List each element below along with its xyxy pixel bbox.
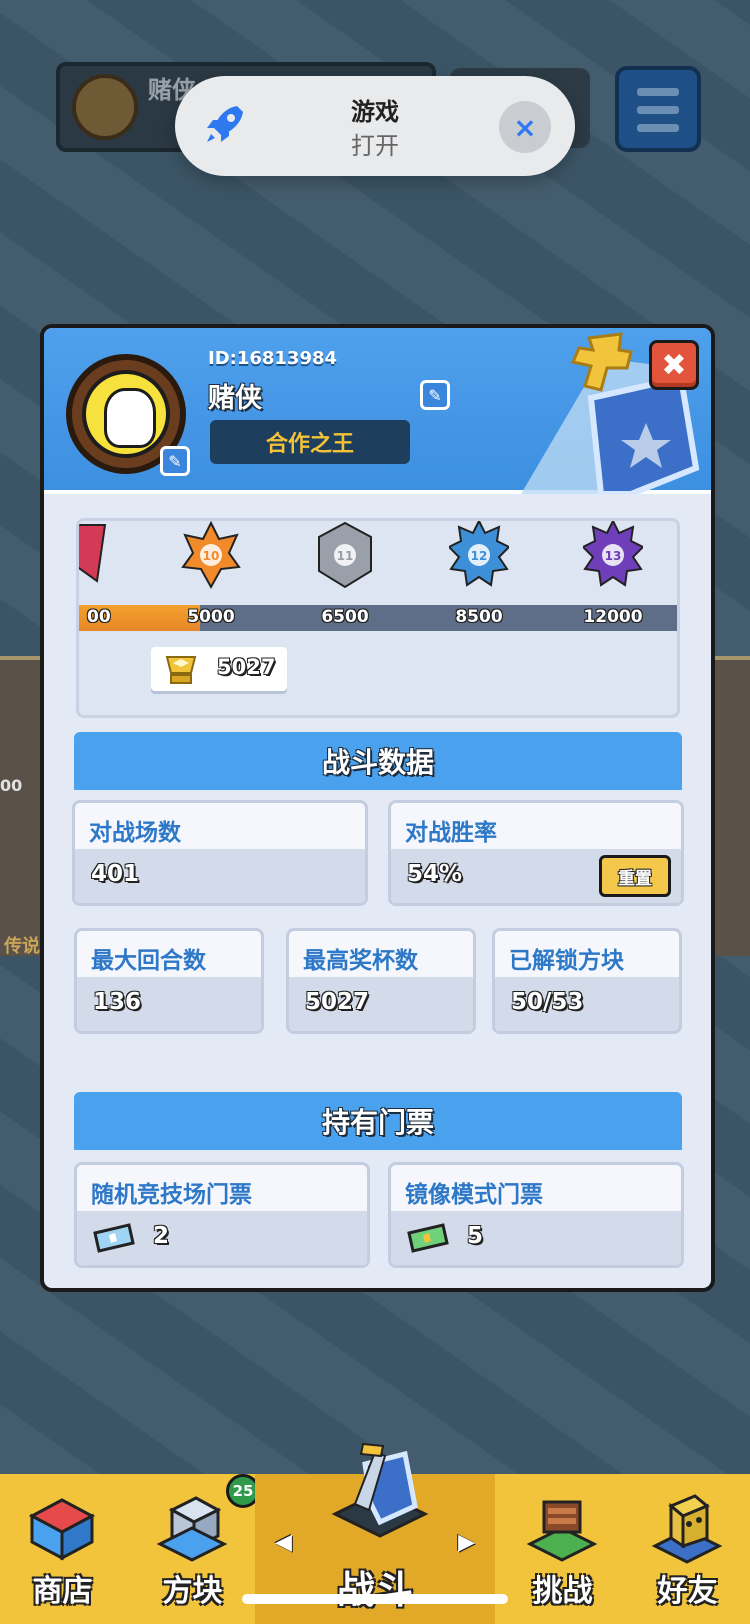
stat-winrate-value: 54% <box>407 861 463 887</box>
trophy-count: 5027 <box>217 655 276 679</box>
rank-badge-icon: 13 <box>583 521 643 587</box>
ticket-mirror-mode-value: 5 <box>467 1223 484 1249</box>
stat-unlocked-value: 50/53 <box>511 989 584 1015</box>
ticket-mirror-mode-label: 镜像模式门票 <box>405 1182 543 1208</box>
rank-badge-icon: 10 <box>181 521 241 590</box>
player-name: 赌侠 <box>208 383 262 414</box>
rank-badge-level: 11 <box>337 549 354 563</box>
open-app-notification[interactable]: 游戏 打开 × <box>175 76 575 176</box>
reset-button[interactable]: 重置 <box>599 855 671 897</box>
nav-battle-label: 战斗 <box>336 1568 413 1612</box>
nav-next-arrow[interactable]: ▶ <box>458 1530 475 1555</box>
stat-winrate: 对战胜率 54% 重置 <box>388 800 684 906</box>
tickets-header: 持有门票 <box>74 1092 682 1150</box>
nav-blocks[interactable]: 25 方块 <box>130 1474 260 1624</box>
battle-icon <box>331 1442 429 1538</box>
rank-tick-label: 6500 <box>321 607 369 627</box>
rank-badge-icon: 11 <box>318 521 372 589</box>
stat-max-rounds: 最大回合数 136 <box>74 928 264 1034</box>
home-indicator[interactable] <box>242 1594 508 1604</box>
ticket-blue-icon <box>93 1223 135 1253</box>
rank-tick-label: 8500 <box>455 607 503 627</box>
ticket-green-icon <box>407 1223 449 1253</box>
battle-stats-header: 战斗数据 <box>74 732 682 790</box>
rank-tick-label: 00 <box>87 607 111 627</box>
bg-left-card-value: 00 <box>0 776 23 795</box>
nav-friends[interactable]: 好友 <box>625 1474 750 1624</box>
stat-max-trophies-label: 最高奖杯数 <box>303 948 418 974</box>
friends-icon <box>651 1494 723 1564</box>
stat-max-rounds-label: 最大回合数 <box>91 948 206 974</box>
rank-badge-level: 10 <box>203 549 220 563</box>
nav-friends-label: 好友 <box>657 1574 718 1609</box>
nav-prev-arrow[interactable]: ◀ <box>275 1530 292 1555</box>
rank-progress-panel: 10 11 12 13 00 5000 6500 8500 12000 5027 <box>76 518 680 718</box>
shop-icon <box>28 1498 96 1561</box>
close-modal-button[interactable]: ✖ <box>649 340 699 390</box>
bg-left-card-label: 传说 <box>4 936 40 957</box>
stat-max-trophies: 最高奖杯数 5027 <box>286 928 476 1034</box>
stat-unlocked-label: 已解锁方块 <box>509 948 624 974</box>
rank-badge-icon: 12 <box>449 521 509 587</box>
nav-challenge[interactable]: 挑战 <box>500 1474 625 1624</box>
menu-button[interactable] <box>615 66 701 152</box>
rank-badge-level: 12 <box>471 549 488 563</box>
player-id: ID:16813984 <box>208 348 338 369</box>
stat-max-rounds-value: 136 <box>93 989 142 1015</box>
stat-max-trophies-value: 5027 <box>305 989 370 1015</box>
stat-matches-label: 对战场数 <box>89 820 181 846</box>
ticket-random-arena-label: 随机竞技场门票 <box>91 1182 252 1208</box>
edit-avatar-icon[interactable]: ✎ <box>160 446 190 476</box>
challenge-icon <box>526 1500 598 1562</box>
rank-badge-icon <box>79 524 107 583</box>
nav-blocks-label: 方块 <box>162 1574 223 1609</box>
notification-close-button[interactable]: × <box>499 101 551 153</box>
stat-matches: 对战场数 401 <box>72 800 368 906</box>
nav-shop-label: 商店 <box>32 1574 93 1609</box>
ticket-random-arena-value: 2 <box>153 1223 170 1249</box>
rank-badge-level: 13 <box>605 549 622 563</box>
rank-tick-label: 12000 <box>583 607 643 627</box>
edit-name-icon[interactable]: ✎ <box>420 380 450 410</box>
stat-winrate-label: 对战胜率 <box>405 820 497 846</box>
bg-right-card <box>710 656 750 956</box>
blocks-icon <box>156 1496 228 1562</box>
ticket-mirror-mode: 镜像模式门票 5 <box>388 1162 684 1268</box>
player-title-badge[interactable]: 合作之王 <box>210 420 410 464</box>
ticket-random-arena: 随机竞技场门票 2 <box>74 1162 370 1268</box>
bg-avatar <box>72 74 138 140</box>
trophy-icon <box>165 656 197 684</box>
nav-shop[interactable]: 商店 <box>0 1474 125 1624</box>
current-trophies: 5027 <box>151 647 287 691</box>
nav-challenge-label: 挑战 <box>532 1574 593 1609</box>
stat-matches-value: 401 <box>91 861 140 887</box>
profile-header: ✎ ID:16813984 赌侠 ✎ 合作之王 ✖ <box>44 328 711 494</box>
rank-tick-label: 5000 <box>187 607 235 627</box>
stat-unlocked-blocks: 已解锁方块 50/53 <box>492 928 682 1034</box>
profile-modal: ✎ ID:16813984 赌侠 ✎ 合作之王 ✖ 10 11 12 13 00 500… <box>40 324 715 1292</box>
rank-badges: 10 11 12 13 <box>79 521 677 601</box>
